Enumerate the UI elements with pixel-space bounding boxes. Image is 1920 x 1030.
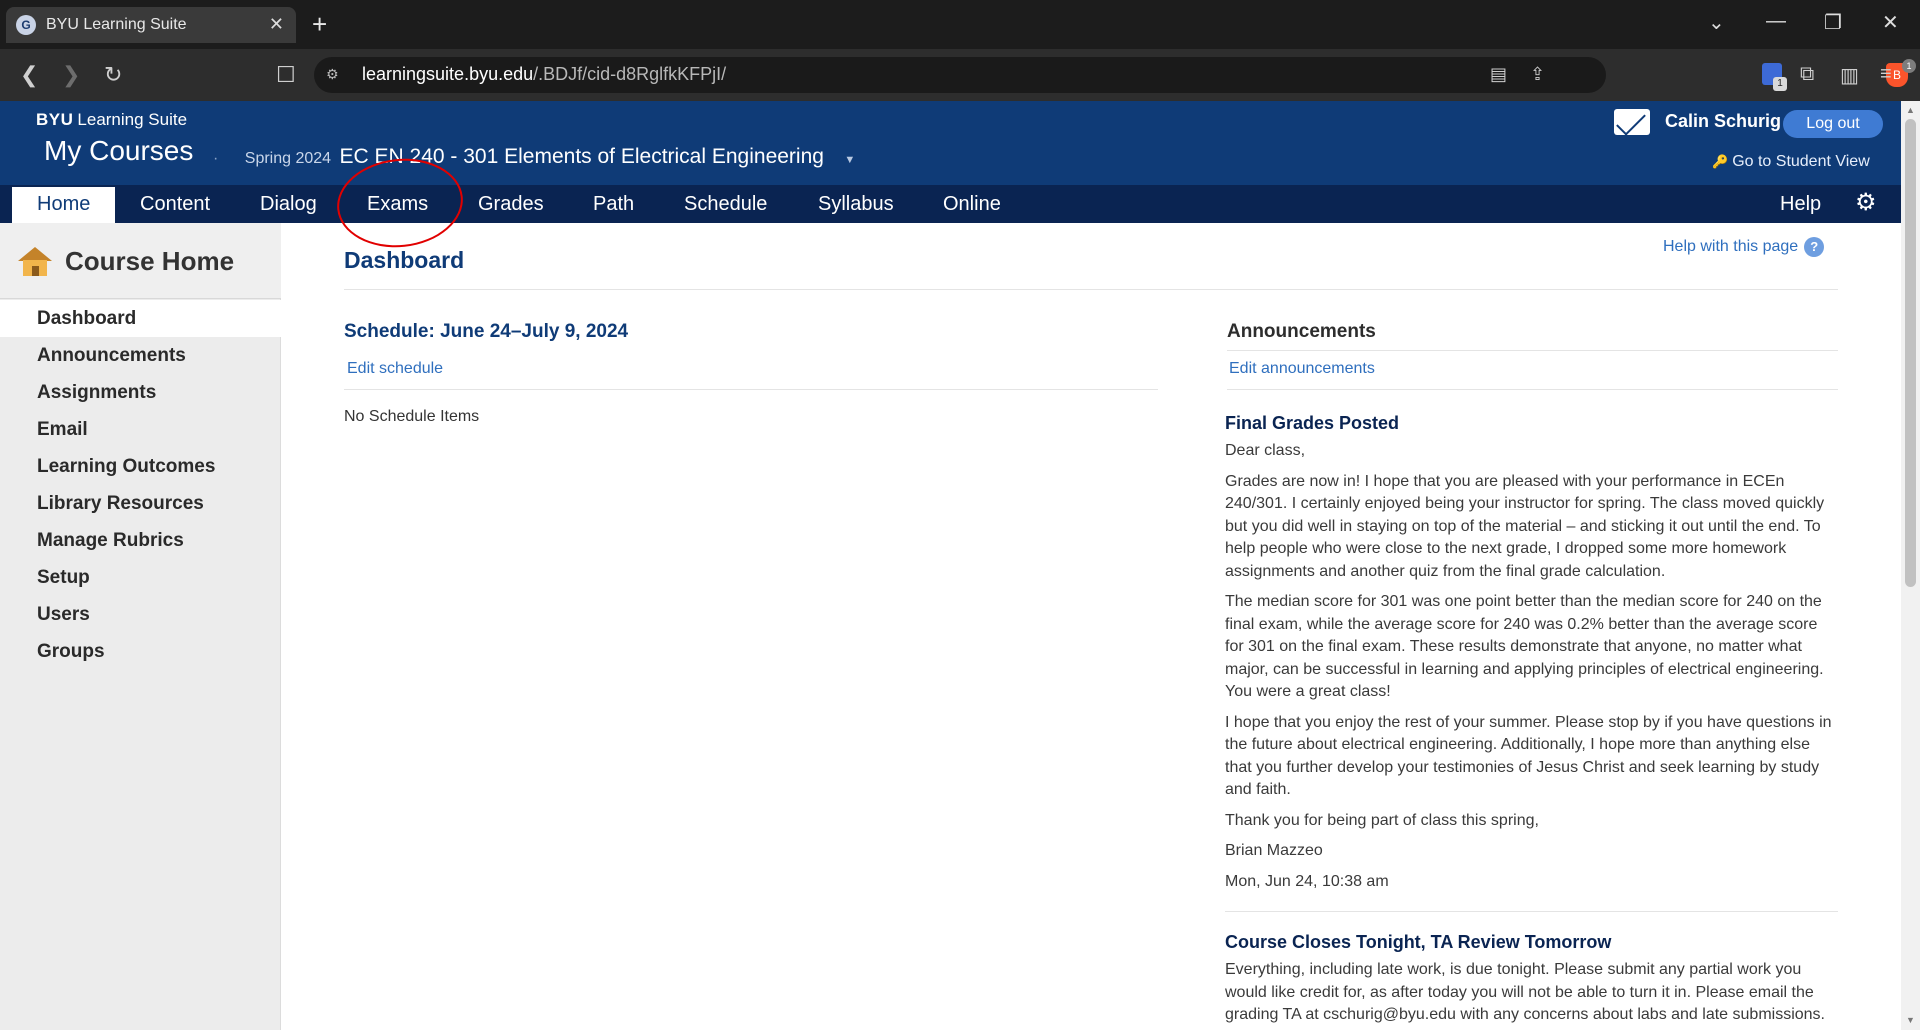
extensions-puzzle-icon[interactable]: ⧉ (1800, 63, 1814, 86)
announcement-item: Course Closes Tonight, TA Review Tomorro… (1225, 932, 1838, 1027)
announcement-paragraph: The median score for 301 was one point b… (1225, 593, 1824, 700)
divider (1225, 911, 1838, 912)
sidebar-title: Course Home (65, 246, 235, 276)
user-name: Calin Schurig (1665, 111, 1782, 131)
extension-badge: 1 (1773, 77, 1787, 91)
announcement-title[interactable]: Final Grades Posted (1225, 413, 1838, 434)
sidebar-item-groups[interactable]: Groups (0, 633, 281, 670)
course-selector[interactable]: · Spring 2024 EC EN 240 - 301 Elements o… (213, 145, 855, 169)
nav-schedule[interactable]: Schedule (684, 185, 767, 223)
scroll-thumb[interactable] (1905, 119, 1916, 587)
mail-icon[interactable] (1614, 109, 1650, 135)
main-content: Dashboard Help with this page? Schedule:… (281, 223, 1901, 1030)
announcement-item: Final Grades Posted Dear class, Grades a… (1225, 413, 1838, 893)
sidebar-item-announcements[interactable]: Announcements (0, 337, 281, 374)
sidebar: Course Home Dashboard Announcements Assi… (0, 223, 281, 1030)
sidebar-item-email[interactable]: Email (0, 411, 281, 448)
bookmark-icon[interactable]: ☐ (276, 62, 296, 88)
tab-title: BYU Learning Suite (46, 16, 187, 33)
share-icon[interactable]: ⇪ (1530, 64, 1545, 85)
nav-online[interactable]: Online (943, 185, 1001, 223)
announcement-date: Mon, Jun 24, 10:38 am (1225, 872, 1389, 890)
reload-icon[interactable]: ↻ (104, 62, 122, 88)
announcement-author: Brian Mazzeo (1225, 842, 1323, 859)
sidebar-items: Dashboard Announcements Assignments Emai… (0, 300, 281, 670)
scroll-up-arrow-icon[interactable]: ▲ (1906, 105, 1915, 115)
tab-search-chevron-icon[interactable]: ⌄ (1708, 10, 1725, 35)
my-courses-link[interactable]: My Courses (44, 135, 193, 167)
browser-tab-bar: G BYU Learning Suite ✕ + ⌄ — ❐ ✕ (0, 0, 1920, 49)
student-view-link[interactable]: 🔑 Go to Student View (1712, 153, 1870, 171)
gear-icon[interactable]: ⚙ (1855, 190, 1877, 216)
announcement-title[interactable]: Course Closes Tonight, TA Review Tomorro… (1225, 932, 1838, 953)
divider (344, 389, 1158, 390)
logout-button[interactable]: Log out (1783, 110, 1883, 138)
learning-suite-header: BYU Learning Suite My Courses · Spring 20… (0, 101, 1901, 185)
nav-dialog[interactable]: Dialog (260, 185, 317, 223)
nav-grades[interactable]: Grades (478, 185, 544, 223)
course-dropdown-caret-icon[interactable]: ▼ (844, 154, 855, 166)
schedule-title: Schedule: June 24–July 9, 2024 (344, 321, 629, 342)
sidebar-header: Course Home (0, 223, 281, 299)
help-question-icon[interactable]: ? (1804, 237, 1825, 257)
key-icon: 🔑 (1712, 154, 1729, 169)
reader-mode-icon[interactable]: ▤ (1490, 64, 1507, 85)
sidebar-item-library-resources[interactable]: Library Resources (0, 485, 281, 522)
shields-count-badge: 1 (1902, 59, 1916, 73)
minimize-icon[interactable]: — (1766, 10, 1786, 33)
announcement-paragraph: Dear class, (1225, 442, 1306, 459)
announcement-paragraph: Everything, including late work, is due … (1225, 961, 1825, 1023)
nav-home[interactable]: Home (12, 187, 116, 223)
nav-content[interactable]: Content (140, 185, 210, 223)
nav-help[interactable]: Help (1780, 185, 1821, 223)
divider (1227, 389, 1838, 390)
browser-toolbar: ❮ ❯ ↻ ☐ ⚙ learningsuite.byu.edu/.BDJf/ci… (0, 49, 1920, 101)
address-bar[interactable]: ⚙ learningsuite.byu.edu/.BDJf/cid-d8Rglf… (314, 57, 1916, 93)
announcement-paragraph: I hope that you enjoy the rest of your s… (1225, 713, 1832, 799)
maximize-icon[interactable]: ❐ (1824, 10, 1842, 35)
home-icon (18, 247, 52, 277)
page-scrollbar[interactable]: ▲ ▼ (1901, 101, 1920, 1030)
course-nav: Home Content Dialog Exams Grades Path Sc… (0, 185, 1901, 223)
announcement-paragraph: Grades are now in! I hope that you are p… (1225, 472, 1825, 580)
sidebar-item-dashboard[interactable]: Dashboard (0, 300, 281, 337)
forward-icon[interactable]: ❯ (62, 62, 80, 88)
announcement-paragraph: Thank you for being part of class this s… (1225, 811, 1539, 829)
scroll-down-arrow-icon[interactable]: ▼ (1906, 1015, 1915, 1025)
site-settings-icon[interactable]: ⚙ (326, 66, 344, 84)
announcements-title: Announcements (1227, 321, 1376, 342)
course-term: Spring 2024 (244, 150, 332, 167)
menu-icon[interactable]: ≡ (1880, 63, 1892, 86)
announcement-list: Final Grades Posted Dear class, Grades a… (1225, 413, 1838, 1030)
sidebar-item-manage-rubrics[interactable]: Manage Rubrics (0, 522, 281, 559)
browser-tab[interactable]: G BYU Learning Suite ✕ (6, 7, 296, 43)
sidebar-item-setup[interactable]: Setup (0, 559, 281, 596)
close-window-icon[interactable]: ✕ (1882, 10, 1899, 35)
learning-suite-favicon-icon: G (16, 15, 36, 35)
edit-announcements-link[interactable]: Edit announcements (1229, 360, 1375, 378)
nav-path[interactable]: Path (593, 185, 634, 223)
sidebar-toggle-icon[interactable]: ▥ (1840, 63, 1859, 88)
back-icon[interactable]: ❮ (20, 62, 38, 88)
page-title: Dashboard (344, 247, 465, 273)
url-text: learningsuite.byu.edu/.BDJf/cid-d8RglfkK… (362, 64, 727, 84)
divider (1227, 350, 1838, 351)
page-viewport: BYU Learning Suite My Courses · Spring 20… (0, 101, 1920, 1030)
sidebar-item-assignments[interactable]: Assignments (0, 374, 281, 411)
edit-schedule-link[interactable]: Edit schedule (347, 360, 443, 378)
sidebar-item-users[interactable]: Users (0, 596, 281, 633)
no-schedule-items: No Schedule Items (344, 408, 480, 425)
nav-syllabus[interactable]: Syllabus (818, 185, 894, 223)
new-tab-icon[interactable]: + (312, 10, 327, 38)
close-tab-icon[interactable]: ✕ (269, 14, 284, 35)
divider (344, 289, 1838, 290)
help-with-page-link[interactable]: Help with this page? (1663, 237, 1825, 257)
sidebar-item-learning-outcomes[interactable]: Learning Outcomes (0, 448, 281, 485)
brand[interactable]: BYU Learning Suite (36, 110, 187, 130)
